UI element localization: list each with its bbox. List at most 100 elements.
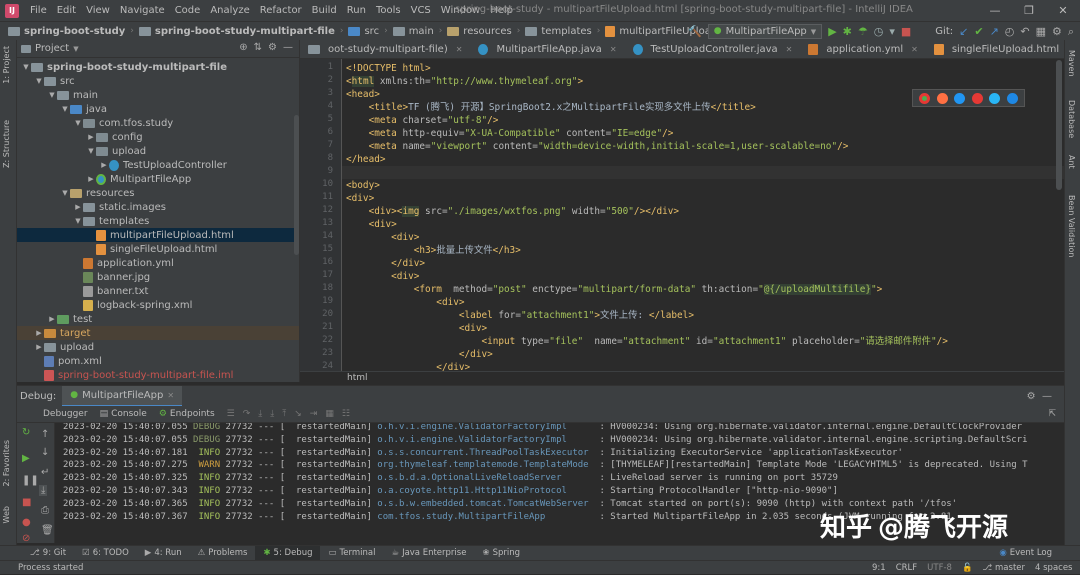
ant-tool-tab[interactable]: Ant bbox=[1067, 155, 1076, 169]
print-icon[interactable]: ⎙ bbox=[41, 505, 49, 516]
code-line[interactable]: <div> bbox=[346, 231, 419, 244]
editor-breadcrumb[interactable]: html bbox=[300, 371, 1064, 385]
code-line[interactable]: <meta name="viewport" content="width=dev… bbox=[346, 140, 849, 153]
bottom-tab-git[interactable]: ⎇ 9: Git bbox=[22, 546, 74, 561]
close-tab-icon[interactable]: ✕ bbox=[911, 45, 918, 54]
collapsed-arrow-icon[interactable]: ▶ bbox=[73, 203, 83, 211]
breadcrumb-item[interactable]: › main bbox=[379, 26, 434, 37]
structure-tool-tab[interactable]: Z: Structure bbox=[2, 120, 11, 168]
trace-icon[interactable]: ☷ bbox=[342, 409, 350, 419]
drop-frame-icon[interactable]: ↘ bbox=[294, 409, 302, 419]
evaluate-icon[interactable]: ▦ bbox=[325, 409, 334, 419]
menu-item-analyze[interactable]: Analyze bbox=[205, 5, 254, 16]
tree-item[interactable]: ▼ src bbox=[17, 74, 299, 88]
editor-tab[interactable]: application.yml ✕ bbox=[800, 40, 925, 58]
menu-item-refactor[interactable]: Refactor bbox=[255, 5, 307, 16]
menu-item-navigate[interactable]: Navigate bbox=[115, 5, 170, 16]
code-line[interactable]: <title>TF (腾飞) 开源】SpringBoot2.x之Multipar… bbox=[346, 101, 756, 114]
log-line[interactable]: 2023-02-20 15:40:07.181 INFO 27732 --- [… bbox=[63, 447, 903, 460]
close-tab-icon[interactable]: ✕ bbox=[456, 45, 463, 54]
tree-item[interactable]: singleFileUpload.html bbox=[17, 242, 299, 256]
tree-item[interactable]: ▼ resources bbox=[17, 186, 299, 200]
lock-icon[interactable]: 🔓 bbox=[962, 563, 973, 573]
internet-explorer-icon[interactable] bbox=[989, 92, 1001, 104]
editor-tab[interactable]: TestUploadController.java ✕ bbox=[625, 40, 801, 58]
editor-tab[interactable]: singleFileUpload.html✕ bbox=[926, 40, 1064, 58]
log-line[interactable]: 2023-02-20 15:40:07.055 DEBUG 27732 --- … bbox=[63, 434, 1028, 447]
collapsed-arrow-icon[interactable]: ▶ bbox=[86, 133, 96, 141]
tree-item[interactable]: logback-spring.xml bbox=[17, 298, 299, 312]
log-line[interactable]: 2023-02-20 15:40:07.275 WARN 27732 --- [… bbox=[63, 459, 1028, 472]
code-line[interactable]: <head> bbox=[346, 88, 380, 101]
chrome-icon[interactable] bbox=[919, 92, 931, 104]
edge-icon[interactable] bbox=[1006, 92, 1018, 104]
tree-item[interactable]: ▼ upload bbox=[17, 144, 299, 158]
search-icon[interactable]: ⌕ bbox=[1068, 26, 1074, 37]
file-encoding[interactable]: UTF-8 bbox=[927, 563, 952, 573]
log-line[interactable]: 2023-02-20 15:40:07.325 INFO 27732 --- [… bbox=[63, 472, 838, 485]
debug-session-tab[interactable]: ● MultipartFileApp ✕ bbox=[62, 385, 183, 407]
rollback-icon[interactable]: ↶ bbox=[1020, 26, 1029, 37]
tree-item[interactable]: ▼ main bbox=[17, 88, 299, 102]
project-structure-icon[interactable]: ▦ bbox=[1036, 26, 1046, 37]
tree-item[interactable]: ▼ spring-boot-study-multipart-file bbox=[17, 60, 299, 74]
pause-icon[interactable]: ❚❚ bbox=[22, 475, 39, 486]
expanded-arrow-icon[interactable]: ▼ bbox=[60, 105, 70, 113]
code-line[interactable]: <h3>批量上传文件</h3> bbox=[346, 244, 521, 257]
clear-all-icon[interactable]: 🗑 bbox=[41, 525, 54, 536]
tree-item[interactable]: application.yml bbox=[17, 256, 299, 270]
git-branch[interactable]: ⎇ master bbox=[983, 563, 1025, 573]
settings-icon[interactable]: ⚙ bbox=[268, 42, 277, 53]
show-execution-point-icon[interactable]: ☰ bbox=[227, 409, 235, 419]
maven-tool-tab[interactable]: Maven bbox=[1067, 50, 1076, 77]
indent-setting[interactable]: 4 spaces bbox=[1035, 563, 1072, 573]
tree-item[interactable]: spring-boot-study-multipart-file.iml bbox=[17, 368, 299, 382]
code-line[interactable]: <html xmlns:th="http://www.thymeleaf.org… bbox=[346, 75, 583, 88]
expanded-arrow-icon[interactable]: ▼ bbox=[60, 189, 70, 197]
build-dropdown-icon[interactable]: ▾ bbox=[889, 26, 895, 37]
bottom-tab-run[interactable]: ▶ 4: Run bbox=[137, 546, 190, 561]
menu-item-edit[interactable]: Edit bbox=[52, 5, 81, 16]
close-icon[interactable]: ✕ bbox=[167, 391, 174, 400]
run-icon[interactable]: ▶ bbox=[828, 26, 836, 37]
breadcrumb-item[interactable]: spring-boot-study bbox=[8, 26, 125, 37]
git-push-icon[interactable]: ↗ bbox=[990, 26, 999, 37]
run-config-select[interactable]: ● MultipartFileApp ▼ bbox=[707, 24, 823, 39]
mute-breakpoints-icon[interactable]: ⊘ bbox=[22, 533, 30, 544]
web-tool-tab[interactable]: Web bbox=[2, 506, 11, 523]
expanded-arrow-icon[interactable]: ▼ bbox=[73, 217, 83, 225]
menu-item-run[interactable]: Run bbox=[342, 5, 371, 16]
code-line[interactable]: <div> bbox=[346, 218, 397, 231]
git-commit-icon[interactable]: ✔ bbox=[974, 26, 983, 37]
log-line[interactable]: 2023-02-20 15:40:07.367 INFO 27732 --- [… bbox=[63, 511, 952, 524]
code-line[interactable]: <div><img src="./images/wxtfos.png" widt… bbox=[346, 205, 679, 218]
scroll-to-end-icon[interactable]: ⤓ bbox=[39, 485, 48, 496]
collapse-icon[interactable]: ⇅ bbox=[254, 42, 262, 53]
menu-item-file[interactable]: File bbox=[25, 5, 52, 16]
opera-icon[interactable] bbox=[971, 92, 983, 104]
tree-item[interactable]: pom.xml bbox=[17, 354, 299, 368]
bean-validation-tool-tab[interactable]: Bean Validation bbox=[1067, 195, 1076, 257]
minimize-icon[interactable]: — bbox=[978, 0, 1012, 21]
collapsed-arrow-icon[interactable]: ▶ bbox=[34, 343, 44, 351]
line-separator[interactable]: CRLF bbox=[896, 563, 917, 573]
step-over-icon[interactable]: ↷ bbox=[243, 409, 251, 419]
scroll-up-icon[interactable]: ↑ bbox=[41, 429, 49, 440]
project-title[interactable]: Project bbox=[35, 43, 69, 54]
debug-icon[interactable]: ✱ bbox=[843, 26, 852, 37]
bottom-tab-java-enterprise[interactable]: ☕ Java Enterprise bbox=[383, 546, 474, 561]
restore-layout-icon[interactable]: ⇱ bbox=[1048, 409, 1056, 419]
firefox-icon[interactable] bbox=[936, 92, 948, 104]
force-step-into-icon[interactable]: ⤓ bbox=[270, 409, 274, 419]
profile-icon[interactable]: ◷ bbox=[874, 26, 884, 37]
tree-item[interactable]: ▼ com.tfos.study bbox=[17, 116, 299, 130]
maximize-icon[interactable]: ❐ bbox=[1012, 0, 1046, 21]
debugger-tab[interactable]: Debugger bbox=[37, 409, 94, 419]
editor-tab[interactable]: MultipartFileApp.java ✕ bbox=[470, 40, 624, 58]
expanded-arrow-icon[interactable]: ▼ bbox=[34, 77, 44, 85]
hide-icon[interactable]: — bbox=[283, 42, 293, 53]
breadcrumb-item[interactable]: › templates bbox=[512, 26, 592, 37]
rerun-icon[interactable]: ↻ bbox=[22, 427, 30, 438]
log-line[interactable]: 2023-02-20 15:40:07.343 INFO 27732 --- [… bbox=[63, 485, 838, 498]
tree-item[interactable]: ▶ config bbox=[17, 130, 299, 144]
